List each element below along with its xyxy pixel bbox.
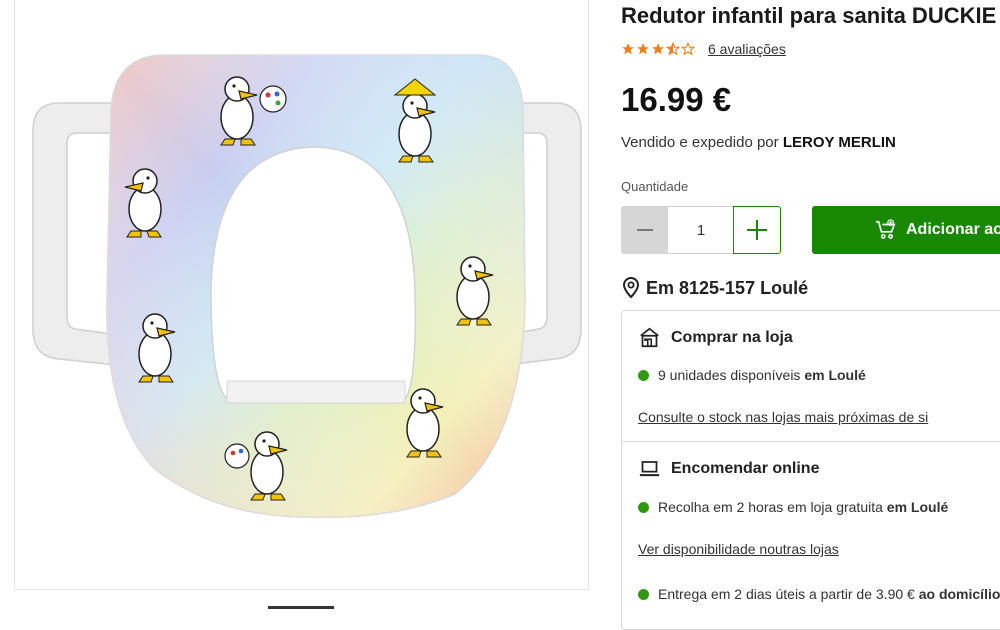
star-half-icon xyxy=(666,42,680,56)
delivery-availability: Entrega em 2 dias úteis a partir de 3.90… xyxy=(638,586,1000,602)
location-pin-icon xyxy=(622,277,640,299)
seller-info: Vendido e expedido por LEROY MERLIN xyxy=(621,134,896,151)
laptop-icon xyxy=(639,461,660,477)
section-divider xyxy=(621,441,1000,442)
online-section-header: Encomendar online xyxy=(639,460,819,478)
available-dot-icon xyxy=(638,501,649,513)
add-to-cart-label: Adicionar ao xyxy=(906,221,1000,238)
cart-add-icon xyxy=(875,219,897,241)
plus-icon xyxy=(747,220,767,240)
pickup-place: em Loulé xyxy=(886,499,949,515)
product-price: 16.99 € xyxy=(621,81,732,118)
seller-name: LEROY MERLIN xyxy=(782,134,896,151)
pickup-availability: Recolha em 2 horas em loja gratuita em L… xyxy=(638,499,948,515)
location-label: Em 8125-157 Loulé xyxy=(646,277,809,298)
product-title: Redutor infantil para sanita DUCKIE xyxy=(621,3,997,28)
product-rating: 6 avaliações xyxy=(621,41,786,57)
product-image-toilet-seat xyxy=(32,54,582,518)
seller-prefix: Vendido e expedido por xyxy=(621,134,779,151)
store-icon xyxy=(640,327,659,348)
available-dot-icon xyxy=(638,369,649,381)
minus-icon xyxy=(637,229,653,231)
store-section-header: Comprar na loja xyxy=(639,327,793,348)
quantity-increase-button[interactable] xyxy=(733,206,781,254)
star-full-icon xyxy=(637,43,649,55)
pickup-text: Recolha em 2 horas em loja gratuita xyxy=(658,499,883,515)
store-availability-place: em Loulé xyxy=(804,367,866,383)
quantity-label: Quantidade xyxy=(621,179,689,194)
delivery-text: Entrega em 2 dias úteis a partir de 3.90… xyxy=(658,586,915,602)
star-full-icon xyxy=(652,43,664,55)
other-stores-link[interactable]: Ver disponibilidade noutras lojas xyxy=(638,541,839,557)
store-stock-link[interactable]: Consulte o stock nas lojas mais próximas… xyxy=(638,409,928,425)
product-image-gallery[interactable] xyxy=(14,0,589,590)
online-section-title: Encomendar online xyxy=(671,460,820,477)
store-availability-text: 9 unidades disponíveis xyxy=(658,367,801,383)
available-dot-icon xyxy=(638,588,649,600)
star-empty-icon xyxy=(681,42,695,56)
quantity-decrease-button[interactable] xyxy=(621,206,669,254)
rating-stars xyxy=(621,42,695,56)
star-full-icon xyxy=(622,43,634,55)
store-availability: 9 unidades disponíveis em Loulé xyxy=(638,367,866,383)
delivery-place: ao domicílio xyxy=(918,586,1000,602)
delivery-location[interactable]: Em 8125-157 Loulé xyxy=(621,277,808,299)
store-section-title: Comprar na loja xyxy=(671,328,793,346)
reviews-link[interactable]: 6 avaliações xyxy=(708,41,786,57)
quantity-input[interactable] xyxy=(668,206,734,254)
add-to-cart-button[interactable]: Adicionar ao xyxy=(812,206,1000,254)
